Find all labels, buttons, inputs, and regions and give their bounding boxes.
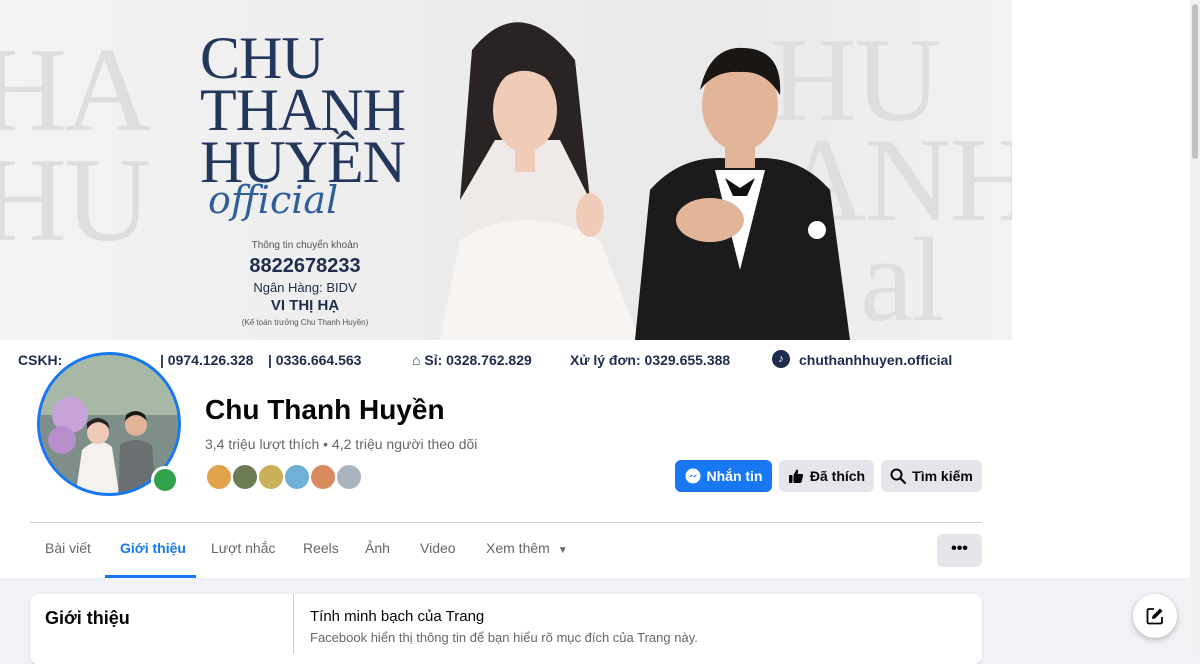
more-options-button[interactable]: ••• xyxy=(937,534,982,567)
message-button[interactable]: Nhắn tin xyxy=(675,460,772,492)
message-button-label: Nhắn tin xyxy=(706,468,763,484)
tab-posts[interactable]: Bài viết xyxy=(45,540,91,556)
tab-see-more-label: Xem thêm xyxy=(486,540,550,556)
bank-transfer-info: Thông tin chuyển khoản 8822678233 Ngân H… xyxy=(241,240,369,327)
tab-reels[interactable]: Reels xyxy=(303,540,339,556)
intro-card-separator xyxy=(293,594,294,654)
tab-photos[interactable]: Ảnh xyxy=(365,540,390,556)
liked-button[interactable]: Đã thích xyxy=(779,460,874,492)
tabs-divider xyxy=(30,522,982,523)
new-message-button[interactable] xyxy=(1133,594,1177,638)
cover-brand-title: CHU THANH HUYỀN xyxy=(200,25,406,195)
cover-photo[interactable]: HA HU HU ANH al CHU THANH HUYỀN official… xyxy=(0,0,1012,340)
cover-contact-tiktok: chuthanhhuyen.official xyxy=(799,352,953,368)
bride-photo xyxy=(440,22,640,340)
tab-about[interactable]: Giới thiệu xyxy=(120,540,186,556)
page-transparency-description: Facebook hiển thị thông tin để bạn hiểu … xyxy=(310,630,698,645)
cover-contact-phone-2: | 0336.664.563 xyxy=(268,352,362,368)
intro-card xyxy=(30,594,982,664)
follower-avatar[interactable] xyxy=(309,463,337,491)
cover-official-script: official xyxy=(208,178,339,222)
scrollbar-thumb[interactable] xyxy=(1192,4,1198,159)
liked-button-label: Đã thích xyxy=(809,468,866,484)
follower-avatar[interactable] xyxy=(231,463,259,491)
tab-see-more[interactable]: Xem thêm ▼ xyxy=(486,540,568,556)
groom-photo xyxy=(635,47,850,340)
search-button[interactable]: Tìm kiếm xyxy=(881,460,982,492)
active-tab-indicator xyxy=(105,575,196,578)
follower-avatars[interactable] xyxy=(205,463,375,493)
follower-avatar[interactable] xyxy=(335,463,363,491)
cover-contact-cskh: CSKH: xyxy=(18,352,63,368)
tiktok-icon: ♪ xyxy=(772,350,790,368)
tab-mentions[interactable]: Lượt nhắc xyxy=(211,540,275,556)
tab-videos[interactable]: Video xyxy=(420,540,456,556)
messenger-icon xyxy=(685,468,700,484)
follower-avatar[interactable] xyxy=(205,463,233,491)
compose-icon xyxy=(1146,608,1163,625)
page-transparency-title: Tính minh bạch của Trang xyxy=(310,608,485,625)
online-status-dot xyxy=(151,466,179,494)
search-icon xyxy=(890,468,907,484)
chevron-down-icon: ▼ xyxy=(557,545,568,556)
follower-avatar[interactable] xyxy=(283,463,311,491)
page-title: Chu Thanh Huyền xyxy=(205,394,445,425)
intro-title: Giới thiệu xyxy=(45,608,130,628)
page-stats[interactable]: 3,4 triệu lượt thích • 4,2 triệu người t… xyxy=(205,436,477,452)
store-icon: ⌂ xyxy=(412,352,425,368)
follower-avatar[interactable] xyxy=(257,463,285,491)
cover-contact-orders: Xử lý đơn: 0329.655.388 xyxy=(570,352,731,368)
thumbs-up-icon xyxy=(788,469,803,483)
cover-contact-wholesale: ⌂ Sỉ: 0328.762.829 xyxy=(412,352,532,368)
page-scrollbar[interactable] xyxy=(1190,0,1200,653)
search-button-label: Tìm kiếm xyxy=(912,468,973,484)
cover-contact-phone-1: | 0974.126.328 xyxy=(160,352,254,368)
